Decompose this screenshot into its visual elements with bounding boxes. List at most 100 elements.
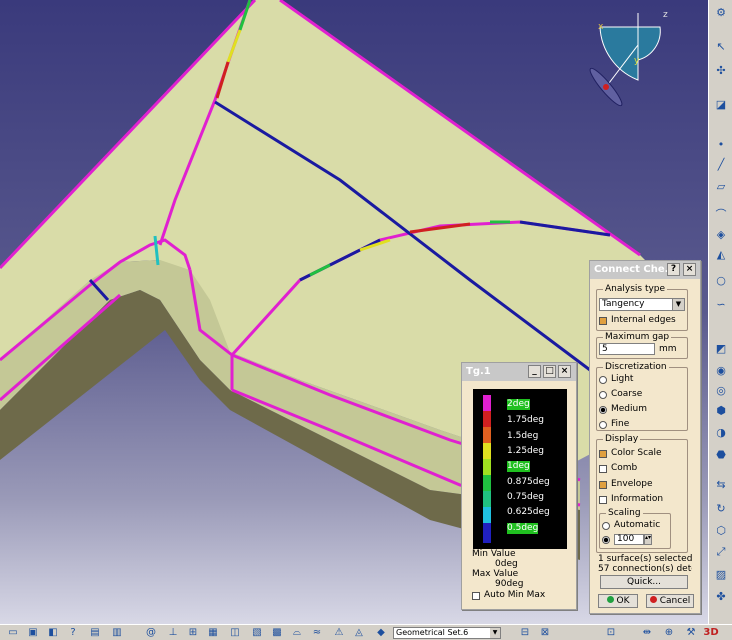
envelope-checkbox[interactable]: Envelope (599, 479, 653, 490)
help-icon[interactable]: ? (66, 626, 80, 639)
fill-icon[interactable]: ◩ (712, 340, 730, 356)
point-icon[interactable]: • (712, 136, 730, 152)
information-box[interactable] (599, 495, 607, 504)
sweep-icon[interactable]: ◉ (712, 362, 730, 378)
minimize-button[interactable]: _ (528, 365, 541, 378)
part-icon[interactable]: ▩ (270, 626, 284, 639)
curve-icon[interactable]: ≈ (310, 626, 324, 639)
body-icon[interactable]: ▧ (250, 626, 264, 639)
scaling-value-input[interactable]: 100 (614, 534, 644, 545)
radio-fine-button[interactable] (599, 420, 607, 429)
internal-edges-checkbox[interactable]: Internal edges (599, 315, 676, 326)
axis-icon[interactable]: ⊥ (166, 626, 180, 639)
quick-button[interactable]: Quick... (600, 575, 688, 589)
comb-checkbox[interactable]: Comb (599, 463, 637, 474)
robot-icon[interactable]: ⚙ (712, 4, 730, 20)
offset-icon[interactable]: ⬢ (712, 402, 730, 418)
cube-icon[interactable]: ▣ (26, 626, 40, 639)
symmetry-icon[interactable]: ⬡ (712, 522, 730, 538)
measure-icon[interactable]: ⊟ (518, 626, 532, 639)
circle-icon[interactable]: ○ (712, 272, 730, 288)
sketch-icon[interactable]: ◪ (712, 96, 730, 112)
radio-medium-button[interactable] (599, 405, 607, 414)
geometrical-set-select[interactable]: Geometrical Set.6 ▼ (393, 627, 501, 639)
connect-checker-dialog[interactable]: Connect Che... ? × Analysis type Tangenc… (589, 260, 701, 614)
maximize-button[interactable]: □ (543, 365, 556, 378)
help-button[interactable]: ? (667, 263, 680, 276)
select-icon[interactable]: ↖ (712, 38, 730, 54)
spinner-icon[interactable]: ▴▾ (644, 534, 652, 545)
spline-icon[interactable]: ∽ (712, 296, 730, 312)
color-scale-window[interactable]: Tg.1 _ □ × 2deg 1.75deg 1.5deg 1.25deg 1… (461, 362, 577, 610)
radio-automatic-button[interactable] (602, 521, 610, 530)
pattern-icon[interactable]: ✤ (712, 588, 730, 604)
image-icon[interactable]: ▤ (88, 626, 102, 639)
warning-icon[interactable]: ⚠ (332, 626, 346, 639)
snap-icon[interactable]: ✣ (712, 62, 730, 78)
scale-label-8: 0.5deg (507, 523, 539, 534)
layer-icon[interactable]: ◫ (228, 626, 242, 639)
ok-button[interactable]: OK (598, 594, 638, 608)
surface-icon[interactable]: ⌓ (290, 626, 304, 639)
color-scale-box[interactable] (599, 449, 607, 458)
extrapolate-icon[interactable]: ▨ (712, 566, 730, 582)
radio-coarse-button[interactable] (599, 390, 607, 399)
radio-automatic-label: Automatic (614, 520, 661, 530)
radio-scaling-value-button[interactable] (602, 535, 610, 544)
internal-edges-box[interactable] (599, 316, 607, 325)
chevron-down-icon[interactable]: ▼ (672, 299, 684, 310)
information-label: Information (611, 494, 664, 504)
display-group: Display Color Scale Comb Envelope Inform… (596, 434, 688, 553)
radio-automatic[interactable]: Automatic (602, 520, 660, 531)
display-label: Display (603, 434, 641, 445)
intersection-icon[interactable]: ◈ (712, 226, 730, 242)
ruler-icon[interactable]: ⇹ (640, 626, 654, 639)
close-button[interactable]: × (558, 365, 571, 378)
box-icon[interactable]: ◧ (46, 626, 60, 639)
compass-icon[interactable]: x z y (578, 5, 678, 110)
information-checkbox[interactable]: Information (599, 494, 663, 505)
auto-min-max-box[interactable] (472, 591, 480, 600)
close-button[interactable]: × (683, 263, 696, 276)
swirl-icon[interactable]: @ (144, 626, 158, 639)
analysis-type-select[interactable]: Tangency ▼ (599, 298, 685, 311)
radio-coarse[interactable]: Coarse (599, 389, 642, 400)
inertia-icon[interactable]: ⊕ (662, 626, 676, 639)
analysis-icon[interactable]: ⊠ (538, 626, 552, 639)
color-scale-title: Tg.1 (466, 366, 491, 377)
radio-light[interactable]: Light (599, 374, 633, 385)
blend-icon[interactable]: ◎ (712, 382, 730, 398)
envelope-box[interactable] (599, 480, 607, 489)
projection-icon[interactable]: ⌒ (712, 206, 730, 222)
filter-icon[interactable]: ◬ (352, 626, 366, 639)
extrude-icon[interactable]: ◭ (712, 246, 730, 262)
sensor-icon[interactable]: ⊡ (604, 626, 618, 639)
radio-scaling-value[interactable]: 100 ▴▾ (602, 534, 652, 545)
split-icon[interactable]: ◑ (712, 424, 730, 440)
maximum-gap-input[interactable]: 5 (599, 343, 655, 355)
snap-grid-icon[interactable]: ⊞ (186, 626, 200, 639)
scale-icon[interactable]: ⤢ (712, 544, 730, 560)
radio-medium[interactable]: Medium (599, 404, 647, 415)
scale-label-5: 0.875deg (507, 477, 550, 487)
3d-viewport[interactable]: x z y Tg.1 _ □ × 2deg 1.75deg 1.5deg 1.2… (0, 0, 708, 624)
tools-icon[interactable]: ⚒ (684, 626, 698, 639)
grid-icon[interactable]: ▦ (206, 626, 220, 639)
auto-min-max-checkbox[interactable]: Auto Min Max (472, 590, 545, 601)
print-icon[interactable]: ▥ (110, 626, 124, 639)
translate-icon[interactable]: ⇆ (712, 476, 730, 492)
cancel-button[interactable]: Cancel (646, 594, 694, 608)
radio-light-button[interactable] (599, 375, 607, 384)
new-icon[interactable]: ▭ (6, 626, 20, 639)
comb-box[interactable] (599, 464, 607, 473)
geom-set-icon[interactable]: ◆ (374, 626, 388, 639)
max-value: 90deg (495, 579, 524, 589)
radio-fine[interactable]: Fine (599, 419, 629, 430)
line-icon[interactable]: ╱ (712, 156, 730, 172)
join-icon[interactable]: ⬣ (712, 446, 730, 462)
color-scale-label: Color Scale (611, 448, 662, 458)
rotate-icon[interactable]: ↻ (712, 500, 730, 516)
plane-icon[interactable]: ▱ (712, 178, 730, 194)
chevron-down-icon[interactable]: ▼ (490, 628, 500, 638)
color-scale-checkbox[interactable]: Color Scale (599, 448, 662, 459)
